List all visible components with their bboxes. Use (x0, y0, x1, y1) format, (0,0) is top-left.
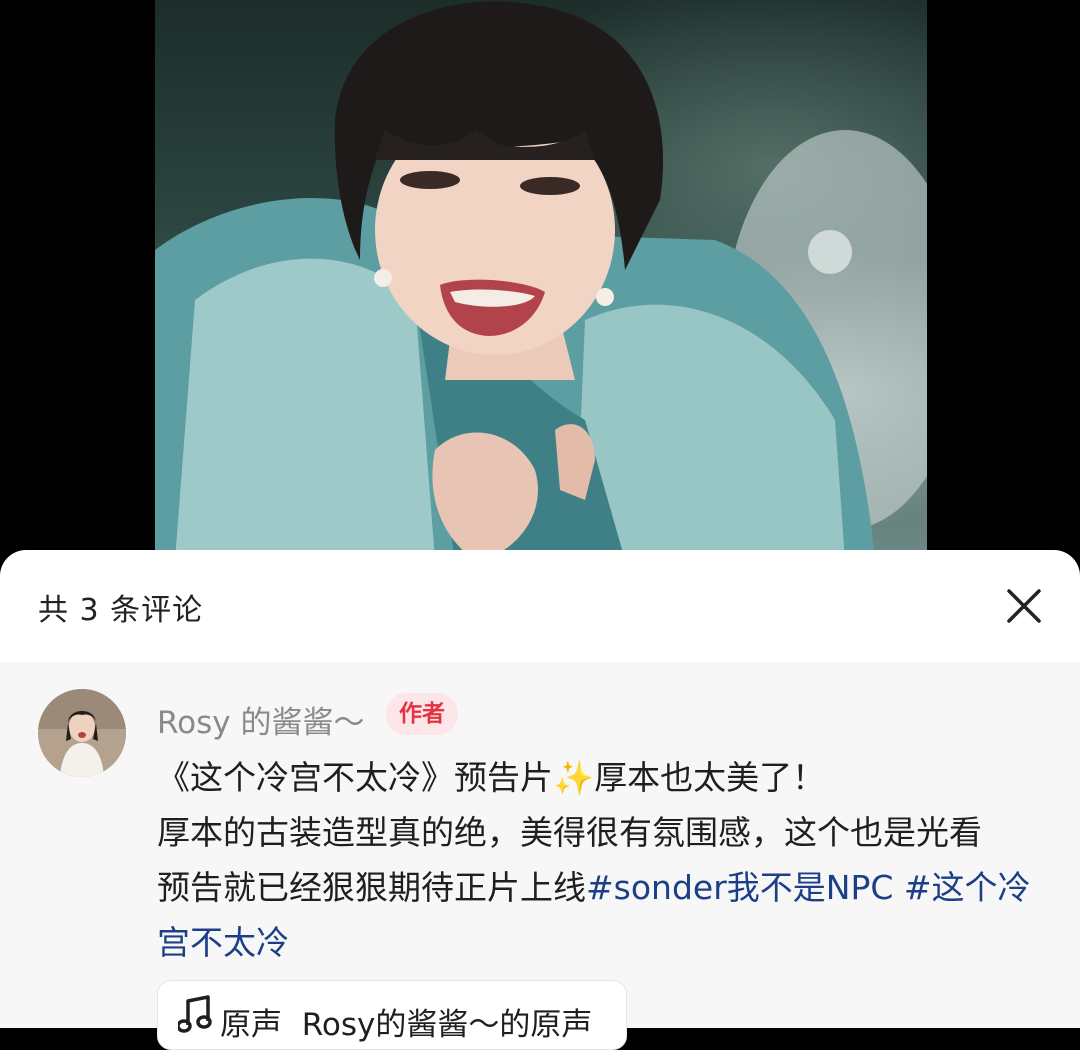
sound-label: 原声 Rosy的酱酱～的原声 (220, 999, 592, 1044)
comment-username[interactable]: Rosy 的酱酱～ (157, 697, 364, 742)
avatar-image (38, 689, 126, 777)
close-button[interactable] (1003, 585, 1045, 627)
hashtag-link[interactable]: #sonder我不是NPC (586, 868, 893, 907)
close-icon (1007, 589, 1041, 623)
avatar[interactable] (38, 689, 126, 777)
text-space (893, 868, 904, 907)
sparkle-emoji: ✨ (553, 758, 595, 797)
comment-text-part: 厚本的古装造型真的绝，美得很有氛围感，这个也是光看 (157, 813, 982, 852)
music-note-icon (178, 995, 212, 1033)
comment-sheet: 共 3 条评论 Rosy 的酱酱～ 作者 《这个冷宫不太冷》预告片✨厚本也太美了… (0, 550, 1080, 1050)
comment-item: Rosy 的酱酱～ 作者 《这个冷宫不太冷》预告片✨厚本也太美了！ 厚本的古装造… (0, 662, 1080, 1050)
sound-tag: 原声 (220, 1007, 282, 1043)
video-frame-image (155, 1, 927, 560)
comment-count-title: 共 3 条评论 (38, 593, 204, 628)
sound-name: Rosy的酱酱～的原声 (301, 1007, 593, 1043)
video-player[interactable] (155, 0, 927, 560)
comment-text: 《这个冷宫不太冷》预告片✨厚本也太美了！ 厚本的古装造型真的绝，美得很有氛围感，… (157, 750, 1037, 970)
comment-text-part: 预告就已经狠狠期待正片上线 (157, 868, 586, 907)
comment-text-part: 厚本也太美了！ (594, 758, 826, 797)
original-sound-chip[interactable]: 原声 Rosy的酱酱～的原声 (157, 980, 627, 1050)
comment-text-part: 《这个冷宫不太冷》预告片 (157, 758, 553, 797)
author-badge: 作者 (386, 693, 458, 735)
